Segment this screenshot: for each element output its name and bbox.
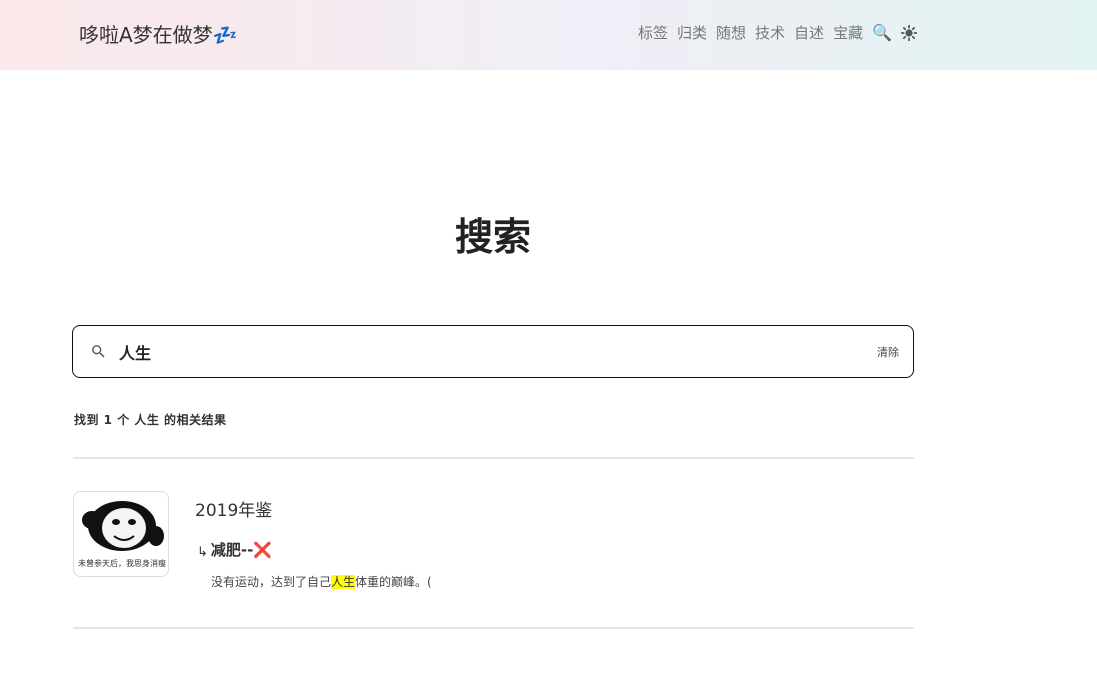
clear-button[interactable]: 清除 xyxy=(877,344,899,360)
result-thumbnail[interactable]: 未曾参天后，我思身消瘦 xyxy=(73,491,169,577)
site-title[interactable]: 哆啦A梦在做梦💤 xyxy=(79,19,238,48)
nav-item-about[interactable]: 自述 xyxy=(794,22,824,43)
snippet-highlight: 人生 xyxy=(331,575,356,589)
main-nav: 标签 归类 随想 技术 自述 宝藏 🔍 xyxy=(638,22,917,43)
thumbnail-caption: 未曾参天后，我思身消瘦 xyxy=(78,558,166,568)
sub-heading-text[interactable]: 减肥--❌ xyxy=(211,539,272,560)
return-arrow-icon: ↳ xyxy=(197,545,208,560)
result-sub-heading: ↳ 减肥--❌ xyxy=(197,539,272,560)
search-box: 清除 xyxy=(72,325,914,378)
search-result: 未曾参天后，我思身消瘦 2019年鉴 ↳ 减肥--❌ 没有运动，达到了自己人生体… xyxy=(73,491,914,601)
site-header: 哆啦A梦在做梦💤 标签 归类 随想 技术 自述 宝藏 🔍 xyxy=(0,0,1097,70)
search-icon xyxy=(90,343,107,364)
divider xyxy=(73,457,914,459)
theme-toggle-icon[interactable] xyxy=(901,24,917,41)
snippet-after: 体重的巅峰。( xyxy=(355,575,432,589)
result-snippet: 没有运动，达到了自己人生体重的巅峰。( xyxy=(211,573,432,590)
divider xyxy=(73,627,914,629)
snippet-before: 没有运动，达到了自己 xyxy=(211,575,332,589)
page-title: 搜索 xyxy=(454,215,531,259)
nav-item-thoughts[interactable]: 随想 xyxy=(716,22,746,43)
result-summary: 找到 1 个 人生 的相关结果 xyxy=(74,413,227,427)
nav-item-categories[interactable]: 归类 xyxy=(677,22,707,43)
nav-item-tags[interactable]: 标签 xyxy=(638,22,668,43)
nav-search-icon[interactable]: 🔍 xyxy=(872,23,892,42)
nav-item-tech[interactable]: 技术 xyxy=(755,22,785,43)
search-input[interactable] xyxy=(119,338,859,366)
result-title[interactable]: 2019年鉴 xyxy=(195,496,272,521)
nav-item-treasure[interactable]: 宝藏 xyxy=(833,22,863,43)
